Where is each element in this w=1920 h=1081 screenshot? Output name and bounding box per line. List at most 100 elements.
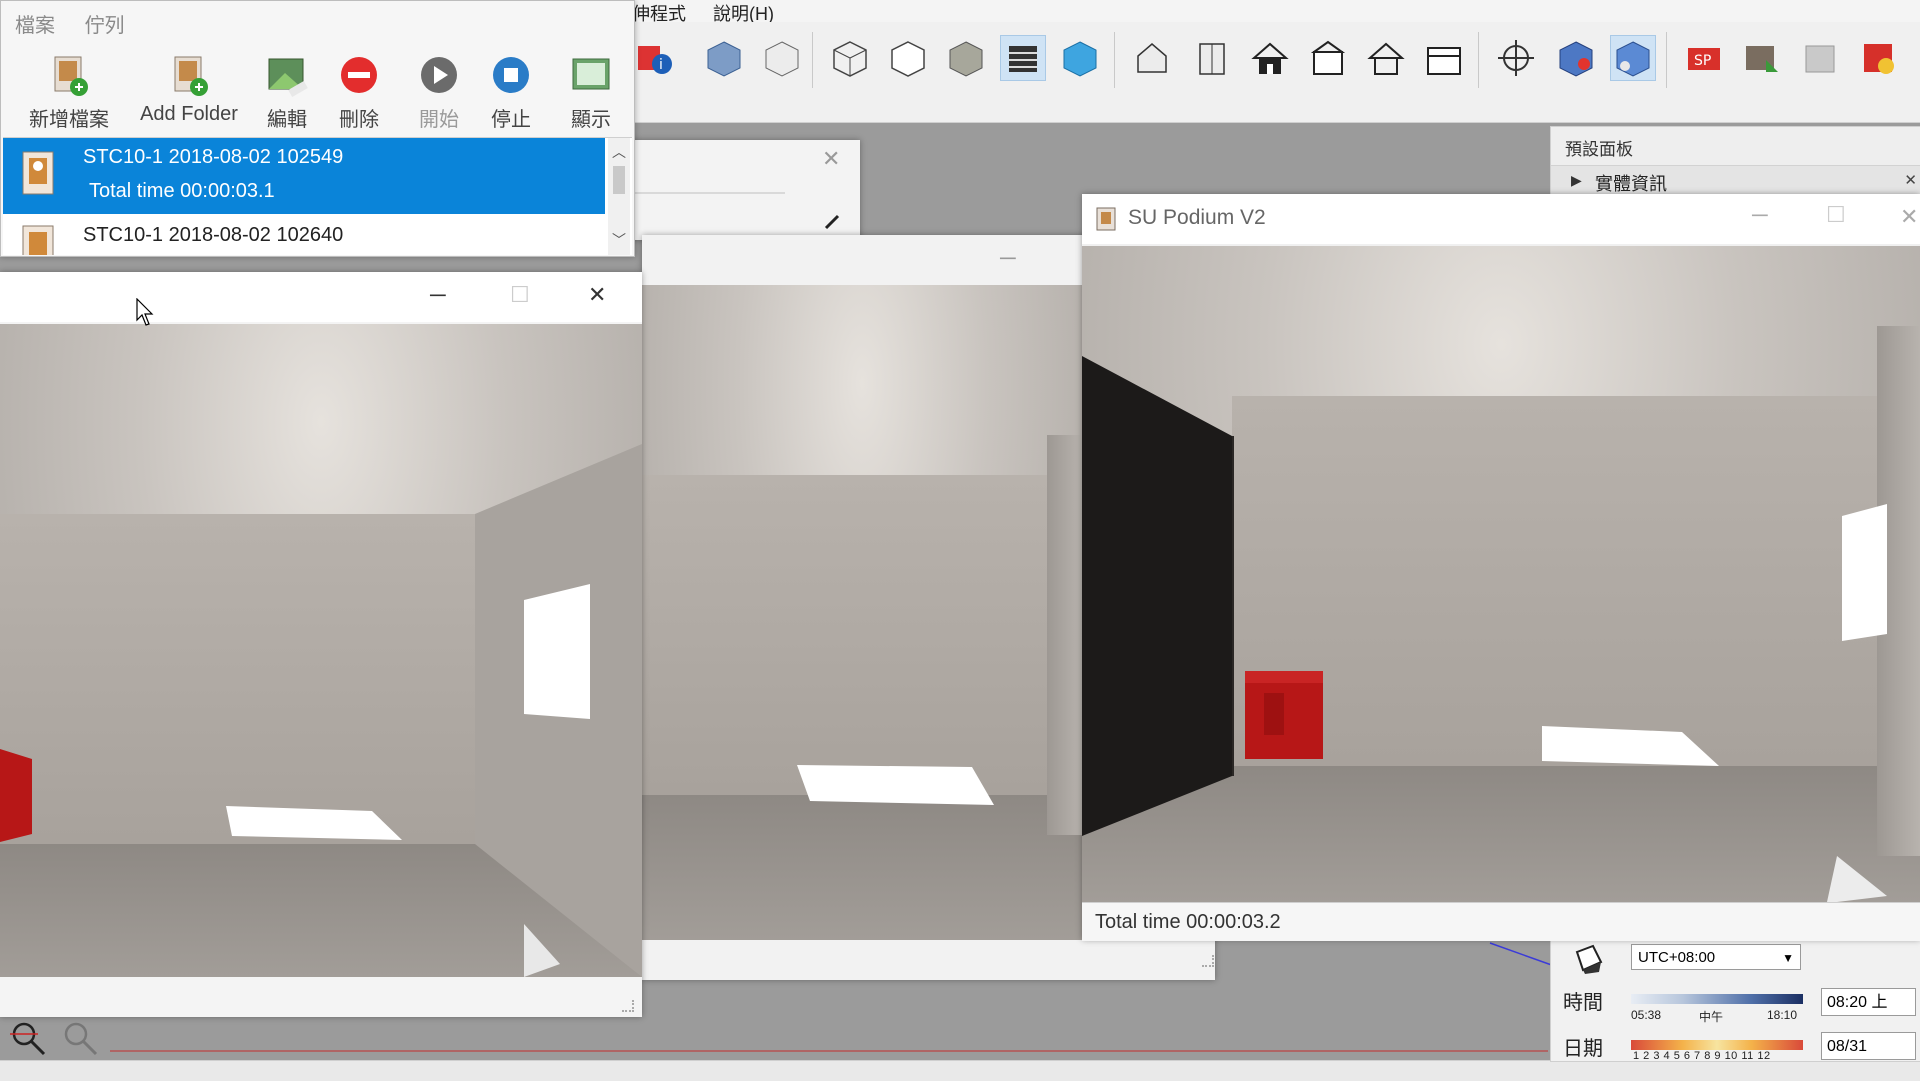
- stop-button[interactable]: 停止: [483, 55, 539, 132]
- queue-item-name: STC10-1 2018-08-02 102640: [83, 224, 344, 246]
- add-folder-icon: [167, 55, 211, 99]
- time-noon: 中午: [1699, 1010, 1724, 1024]
- render-queue-window: 檔案 佇列 新增檔案 Add Folder 編輯 刪除 開始 停止 顯示 STC…: [0, 0, 635, 257]
- backedges-style-icon[interactable]: [760, 36, 804, 80]
- play-icon: [417, 55, 461, 99]
- timezone-value: UTC+08:00: [1638, 949, 1716, 966]
- list-item[interactable]: STC10-1 2018-08-02 102549 Total time 00:…: [3, 138, 605, 214]
- podium-queue-icon[interactable]: [1740, 36, 1784, 80]
- add-folder-label: Add Folder: [140, 103, 238, 125]
- add-folder-button[interactable]: Add Folder: [137, 55, 241, 126]
- add-file-label: 新增檔案: [29, 109, 109, 131]
- shadow-settings-panel: UTC+08:00 ▼ 時間 05:38 中午 18:10 08:20 上 日期…: [1550, 935, 1920, 1062]
- render-file-icon: [19, 222, 59, 255]
- render-image-middle: [642, 285, 1082, 940]
- close-icon[interactable]: ✕: [588, 282, 606, 308]
- date-label: 日期: [1563, 1038, 1603, 1060]
- right-view-icon[interactable]: [1306, 36, 1350, 80]
- hidden-line-style-icon[interactable]: [886, 36, 930, 80]
- render-image-left: [0, 324, 642, 977]
- menu-queue[interactable]: 佇列: [85, 15, 125, 37]
- su-podium-window: SU Podium V2 ─ ☐ ✕ Total time 00:00:03.2: [1082, 194, 1920, 941]
- stop-label: 停止: [491, 109, 531, 131]
- start-button[interactable]: 開始: [411, 55, 467, 132]
- delete-label: 刪除: [339, 109, 379, 131]
- menu-file[interactable]: 檔案: [15, 15, 55, 37]
- date-value-field[interactable]: 08/31: [1821, 1032, 1916, 1060]
- queue-list[interactable]: STC10-1 2018-08-02 102549 Total time 00:…: [3, 137, 632, 255]
- podium-statusbar: Total time 00:00:03.2: [1082, 902, 1920, 941]
- model-info-icon[interactable]: i: [632, 36, 676, 80]
- wireframe-style-icon[interactable]: [828, 36, 872, 80]
- svg-text:SP: SP: [1694, 53, 1711, 69]
- list-item[interactable]: STC10-1 2018-08-02 102640: [3, 216, 605, 255]
- shadow-toggle-icon[interactable]: [1571, 942, 1605, 976]
- eyedropper-icon[interactable]: [822, 210, 844, 232]
- podium-settings-icon[interactable]: [1554, 36, 1598, 80]
- add-file-button[interactable]: 新增檔案: [21, 55, 117, 132]
- iso-view-icon[interactable]: [1130, 36, 1174, 80]
- stop-icon: [489, 55, 533, 99]
- scrollbar-thumb[interactable]: [613, 166, 625, 194]
- podium-title: SU Podium V2: [1128, 206, 1266, 229]
- render-window-left: ─ ☐ ✕: [0, 272, 642, 1017]
- time-value: 08:20 上: [1827, 994, 1888, 1011]
- close-icon[interactable]: ✕: [1900, 204, 1918, 230]
- time-slider[interactable]: [1631, 994, 1803, 1004]
- edit-icon: [265, 55, 309, 99]
- maximize-icon[interactable]: ☐: [1826, 202, 1846, 228]
- front-view-icon[interactable]: [1248, 36, 1292, 80]
- date-slider[interactable]: [1631, 1040, 1803, 1050]
- zoom-extents-icon[interactable]: [6, 1016, 50, 1060]
- expand-arrow-icon[interactable]: ▶: [1571, 172, 1582, 189]
- delete-button[interactable]: 刪除: [331, 55, 387, 132]
- chevron-down-icon[interactable]: ﹀: [612, 230, 626, 250]
- zoom-window-icon[interactable]: [58, 1016, 102, 1060]
- shaded-textures-style-icon[interactable]: [1000, 35, 1046, 81]
- monochrome-style-icon[interactable]: [1058, 36, 1102, 80]
- start-label: 開始: [419, 109, 459, 131]
- date-value: 08/31: [1827, 1038, 1868, 1055]
- svg-text:i: i: [659, 57, 663, 73]
- month-ticks: 1 2 3 4 5 6 7 8 9 10 11 12: [1633, 1050, 1771, 1062]
- podium-app-icon: [1094, 206, 1120, 232]
- display-button[interactable]: 顯示: [563, 55, 619, 132]
- sketchup-statusbar: [0, 1060, 1920, 1081]
- queue-scrollbar[interactable]: ︿ ﹀: [608, 138, 630, 255]
- timezone-select[interactable]: UTC+08:00 ▼: [1631, 944, 1801, 970]
- chevron-up-icon[interactable]: ︿: [612, 142, 626, 162]
- tray-section-entity-info[interactable]: ▶ 實體資訊 ✕: [1551, 165, 1920, 196]
- minimize-icon[interactable]: ─: [1000, 245, 1016, 271]
- minimize-icon[interactable]: ─: [430, 282, 446, 308]
- podium-render-image: [1082, 246, 1920, 902]
- maximize-icon[interactable]: ☐: [510, 282, 530, 308]
- mouse-cursor: [136, 297, 158, 328]
- podium-render-icon[interactable]: [1610, 35, 1656, 81]
- render-window-titlebar[interactable]: ─ ☐ ✕: [0, 272, 642, 322]
- podium-extras-icon[interactable]: [1798, 36, 1842, 80]
- render-file-icon: [19, 148, 59, 200]
- display-icon: [569, 55, 613, 99]
- podium-titlebar[interactable]: SU Podium V2 ─ ☐ ✕: [1082, 194, 1920, 244]
- left-view-icon[interactable]: [1422, 36, 1466, 80]
- edit-button[interactable]: 編輯: [259, 55, 315, 132]
- edit-label: 編輯: [267, 109, 307, 131]
- default-tray: 預設面板 ▶ 實體資訊 ✕: [1550, 126, 1920, 198]
- display-label: 顯示: [571, 109, 611, 131]
- section-plane-icon[interactable]: [1494, 36, 1538, 80]
- shaded-style-icon[interactable]: [944, 36, 988, 80]
- chevron-down-icon: ▼: [1782, 951, 1794, 965]
- tray-section-label: 實體資訊: [1595, 174, 1667, 194]
- background-dialog: ✕: [630, 140, 860, 240]
- close-icon[interactable]: ✕: [1904, 171, 1917, 189]
- add-file-icon: [47, 55, 91, 99]
- back-view-icon[interactable]: [1364, 36, 1408, 80]
- podium-browser-icon[interactable]: SP: [1682, 36, 1726, 80]
- time-value-field[interactable]: 08:20 上: [1821, 988, 1916, 1016]
- queue-item-detail: Total time 00:00:03.1: [89, 180, 275, 202]
- minimize-icon[interactable]: ─: [1752, 202, 1768, 228]
- podium-about-icon[interactable]: [1856, 36, 1900, 80]
- top-view-icon[interactable]: [1190, 36, 1234, 80]
- xray-style-icon[interactable]: [702, 36, 746, 80]
- close-icon[interactable]: ✕: [822, 146, 840, 172]
